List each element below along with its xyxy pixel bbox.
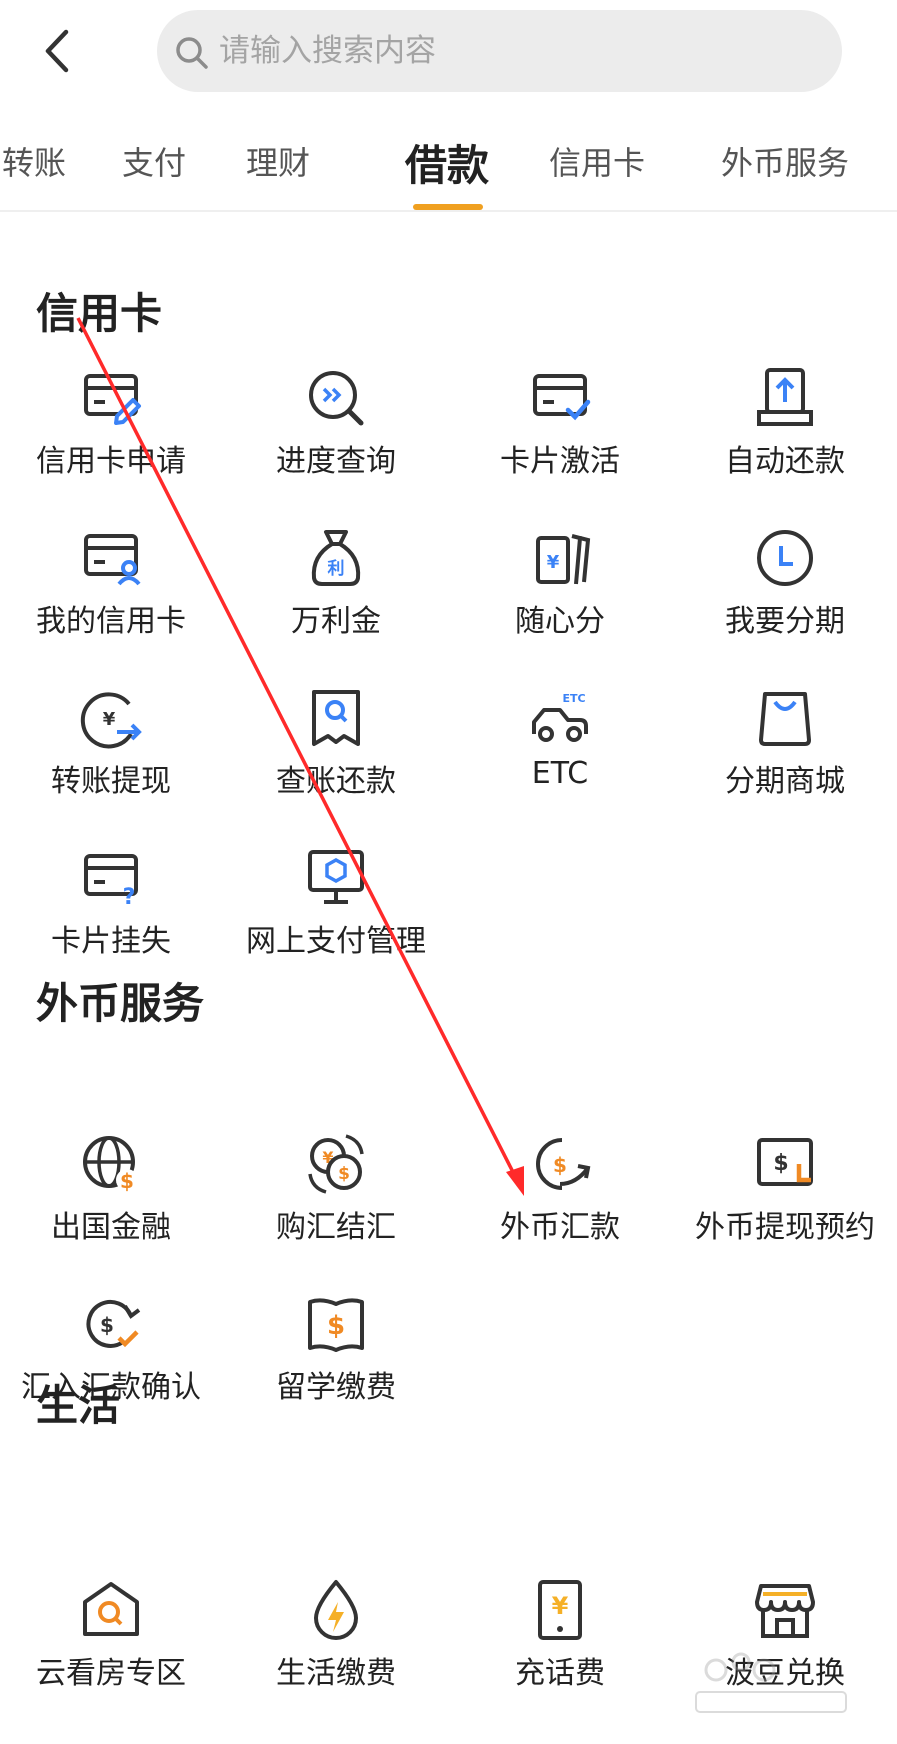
card-question-icon: ? [81,848,141,910]
svg-text:¥: ¥ [547,552,560,573]
receipt-search-icon [306,688,366,748]
tile-transfer-withdraw[interactable]: ¥ 转账提现 [0,688,223,828]
yuan-transfer-icon: ¥ [80,688,142,749]
svg-text:¥: ¥ [103,709,116,730]
tile-my-credit-card[interactable]: 我的信用卡 [0,528,223,668]
tile-label: 留学缴费 [276,1370,396,1405]
tile-fx-remittance[interactable]: $ 外币汇款 [448,1134,672,1274]
card-user-icon [81,528,141,588]
tab-loan[interactable]: 借款 [405,132,489,193]
card-edit-icon [81,368,141,428]
shopping-bag-icon [755,688,815,748]
watermark-logo [695,1652,847,1713]
category-tabs: 转账 支付 理财 借款 信用卡 外币服务 [0,118,897,212]
svg-text:$: $ [100,1313,114,1337]
money-bag-icon: 利 [306,528,366,588]
svg-text:$: $ [773,1151,788,1176]
chevron-left-icon [45,29,69,73]
tile-overseas-finance[interactable]: $ 出国金融 [0,1134,223,1274]
tab-transfer[interactable]: 转账 [2,138,66,184]
tile-installment-mall[interactable]: 分期商城 [673,688,897,828]
tile-fx-withdraw-appointment[interactable]: $ 外币提现预约 [673,1134,897,1274]
auto-repay-icon [755,368,815,428]
book-dollar-icon: $ [306,1294,366,1354]
tile-phone-topup[interactable]: ¥ 充话费 [448,1580,672,1720]
utility-bolt-icon [306,1580,366,1640]
tile-suixinfen[interactable]: ¥ 随心分 [448,528,672,668]
search-icon [176,37,208,69]
svg-text:$: $ [553,1153,567,1177]
store-icon [755,1580,815,1640]
clock-icon [755,528,815,588]
tab-forex[interactable]: 外币服务 [721,138,849,184]
tile-etc[interactable]: ETC ETC [448,688,672,828]
tile-label: 分期商城 [725,764,845,799]
tile-label: 自动还款 [725,444,845,479]
search-input[interactable] [219,24,819,78]
dollar-send-icon: $ [530,1134,591,1194]
svg-text:$: $ [327,1311,345,1341]
tile-fx-purchase-settle[interactable]: ¥ $ 购汇结汇 [224,1134,448,1274]
svg-text:?: ? [123,885,136,910]
svg-text:ETC: ETC [562,692,585,705]
section-title-forex: 外币服务 [36,979,205,1028]
tile-label: 网上支付管理 [246,924,426,959]
section-title-credit-card: 信用卡 [36,289,163,338]
svg-text:利: 利 [328,558,345,579]
notes-stack-icon: ¥ [530,528,591,588]
dollar-confirm-icon: $ [81,1294,141,1354]
tile-utility-payment[interactable]: 生活缴费 [224,1580,448,1720]
tab-wealth[interactable]: 理财 [246,138,310,184]
top-bar [0,0,897,100]
phone-yuan-icon: ¥ [530,1580,590,1640]
card-check-icon [530,368,591,428]
tile-report-lost[interactable]: ? 卡片挂失 [0,848,223,988]
back-button[interactable] [38,26,78,76]
search-bar[interactable] [157,10,842,92]
tile-statement-repay[interactable]: 查账还款 [224,688,448,828]
tile-card-activation[interactable]: 卡片激活 [448,368,672,508]
tile-auto-repay[interactable]: 自动还款 [673,368,897,508]
tile-label: 我要分期 [725,604,845,639]
svg-text:¥: ¥ [552,1592,569,1620]
tile-credit-card-apply[interactable]: 信用卡申请 [0,368,223,508]
monitor-shield-icon [306,848,366,908]
svg-text:$: $ [120,1169,134,1193]
tab-credit-card[interactable]: 信用卡 [549,138,645,184]
etc-car-icon: ETC [530,688,590,748]
tile-wanlijin[interactable]: 利 万利金 [224,528,448,668]
tile-label: 外币提现预约 [695,1210,875,1245]
section-title-life: 生活 [36,1381,121,1430]
progress-search-icon [306,368,366,428]
globe-dollar-icon: $ [81,1134,141,1194]
tile-progress-query[interactable]: 进度查询 [224,368,448,508]
currency-exchange-icon: ¥ $ [306,1134,366,1194]
screen-dollar-icon: $ [755,1134,815,1194]
active-tab-indicator [413,204,483,210]
tile-study-abroad-fees[interactable]: $ 留学缴费 [224,1294,448,1434]
tile-cloud-house-viewing[interactable]: 云看房专区 [0,1580,223,1720]
house-search-icon [81,1580,141,1640]
tab-payment[interactable]: 支付 [122,138,186,184]
tile-installment[interactable]: 我要分期 [673,528,897,668]
tile-online-payment-mgmt[interactable]: 网上支付管理 [224,848,448,988]
svg-text:$: $ [338,1164,350,1184]
